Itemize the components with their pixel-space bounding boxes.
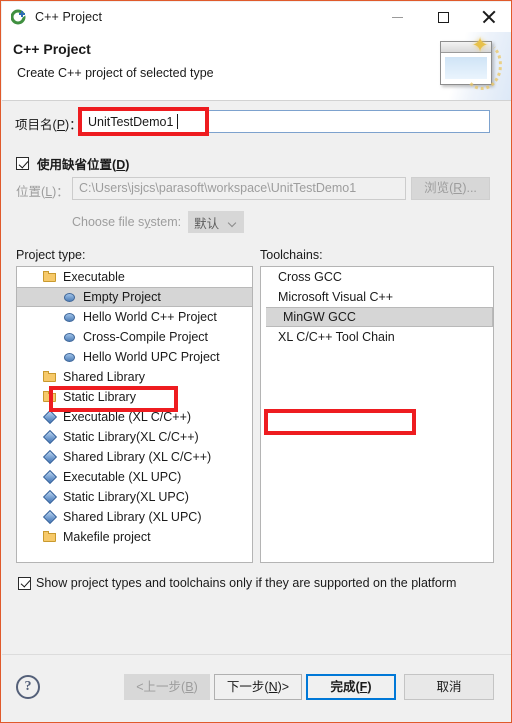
project-type-item-label: Static Library(XL UPC) [63, 490, 189, 504]
minimize-button[interactable] [374, 2, 420, 32]
folder-icon [42, 389, 58, 405]
diamond-icon [42, 409, 58, 425]
diamond-icon [42, 429, 58, 445]
project-type-item-label: Cross-Compile Project [83, 330, 209, 344]
toolchain-item[interactable]: Microsoft Visual C++ [261, 287, 493, 307]
show-supported-checkbox[interactable] [18, 576, 31, 590]
diamond-icon [42, 449, 58, 465]
dialog-body: 项目名(P)： 使用缺省位置(D) 位置(L)： C:\Users\jsjcs\… [2, 101, 511, 654]
close-button[interactable] [466, 2, 511, 32]
toolchains-list[interactable]: Cross GCC Microsoft Visual C++ MinGW GCC XL… [260, 266, 494, 563]
toolchains-label: Toolchains: [260, 248, 323, 262]
show-supported-row[interactable]: Show project types and toolchains only i… [18, 576, 456, 590]
project-type-item[interactable]: Static Library(XL C/C++) [17, 427, 252, 447]
diamond-icon [42, 509, 58, 525]
toolchain-item-label: Cross GCC [278, 270, 342, 284]
location-label: 位置(L)： [16, 185, 69, 199]
project-type-item[interactable]: Empty Project [17, 287, 252, 307]
project-type-item[interactable]: Shared Library [17, 367, 252, 387]
folder-icon [42, 529, 58, 545]
window-title: C++ Project [35, 10, 103, 24]
project-type-item-label: Hello World UPC Project [83, 350, 220, 364]
toolchain-item[interactable]: XL C/C++ Tool Chain [261, 327, 493, 347]
diamond-icon [42, 489, 58, 505]
choose-file-system-row: Choose file system: 默认 [72, 211, 245, 233]
location-input[interactable]: C:\Users\jsjcs\parasoft\workspace\UnitTe… [72, 177, 406, 200]
project-type-item[interactable]: Static Library [17, 387, 252, 407]
project-type-item-label: Shared Library [63, 370, 145, 384]
show-supported-label: Show project types and toolchains only i… [36, 576, 457, 590]
toolchain-item-label: XL C/C++ Tool Chain [278, 330, 395, 344]
project-type-item-label: Executable [63, 270, 125, 284]
ball-icon [62, 309, 78, 325]
toolchain-item-label: MinGW GCC [283, 310, 356, 324]
folder-icon [42, 369, 58, 385]
choose-file-system-label: Choose file system: [72, 215, 182, 229]
finish-button[interactable]: 完成(F) [306, 674, 396, 700]
project-name-input[interactable] [81, 110, 490, 133]
cpp-project-dialog: C++ Project C++ Project Create C++ proje… [0, 0, 512, 723]
page-title: C++ Project [13, 41, 91, 57]
dialog-footer: ? <上一步(B) 下一步(N)> 完成(F) 取消 [2, 654, 511, 722]
choose-file-system-select[interactable]: 默认 [188, 211, 245, 233]
wizard-header: C++ Project Create C++ project of select… [2, 32, 511, 101]
use-default-location-row[interactable]: 使用缺省位置(D) [16, 154, 129, 173]
project-type-item[interactable]: Executable (XL C/C++) [17, 407, 252, 427]
project-type-item-label: Static Library(XL C/C++) [63, 430, 199, 444]
minimize-icon [391, 16, 403, 18]
project-type-item[interactable]: Shared Library (XL UPC) [17, 507, 252, 527]
project-type-item-label: Hello World C++ Project [83, 310, 217, 324]
toolchain-item[interactable]: Cross GCC [261, 267, 493, 287]
ball-icon [62, 289, 78, 305]
project-type-item-label: Static Library [63, 390, 136, 404]
sparkle-icon: ✦ [471, 34, 489, 57]
project-type-item[interactable]: Makefile project [17, 527, 252, 547]
page-subtitle: Create C++ project of selected type [17, 66, 214, 80]
project-type-list[interactable]: Executable Empty Project Hello World C++ P… [16, 266, 253, 563]
window-controls [374, 2, 511, 32]
ball-icon [62, 329, 78, 345]
project-type-item[interactable]: Cross-Compile Project [17, 327, 252, 347]
project-type-item[interactable]: Executable (XL UPC) [17, 467, 252, 487]
title-bar: C++ Project [2, 2, 511, 32]
project-type-item-label: Makefile project [63, 530, 151, 544]
wizard-banner: ✦ [426, 32, 511, 100]
choose-file-system-value: 默认 [194, 216, 220, 231]
diamond-icon [42, 469, 58, 485]
project-type-item-label: Empty Project [83, 290, 161, 304]
project-type-item[interactable]: Executable [17, 267, 252, 287]
project-type-item[interactable]: Hello World UPC Project [17, 347, 252, 367]
close-icon [482, 10, 496, 24]
help-icon[interactable]: ? [16, 675, 40, 699]
maximize-button[interactable] [420, 2, 466, 32]
ball-icon [62, 349, 78, 365]
use-default-location-checkbox[interactable] [16, 157, 29, 170]
project-type-item[interactable]: Static Library(XL UPC) [17, 487, 252, 507]
toolchain-item[interactable]: MinGW GCC [266, 307, 493, 327]
use-default-location-label: 使用缺省位置(D) [37, 158, 130, 172]
project-type-item-label: Executable (XL C/C++) [63, 410, 192, 424]
project-type-label: Project type: [16, 248, 86, 262]
chevron-down-icon [229, 220, 236, 224]
project-name-label: 项目名(P)： [15, 118, 82, 132]
project-type-item[interactable]: Hello World C++ Project [17, 307, 252, 327]
maximize-icon [437, 11, 449, 23]
project-type-item-label: Executable (XL UPC) [63, 470, 182, 484]
folder-icon [42, 269, 58, 285]
toolchain-item-label: Microsoft Visual C++ [278, 290, 394, 304]
project-type-item-label: Shared Library (XL UPC) [63, 510, 202, 524]
cpp-project-icon [10, 9, 27, 25]
project-type-item-label: Shared Library (XL C/C++) [63, 450, 212, 464]
back-button[interactable]: <上一步(B) [124, 674, 210, 700]
project-type-item[interactable]: Shared Library (XL C/C++) [17, 447, 252, 467]
cancel-button[interactable]: 取消 [404, 674, 494, 700]
text-caret [177, 114, 178, 129]
browse-button[interactable]: 浏览(R)... [411, 177, 490, 200]
next-button[interactable]: 下一步(N)> [214, 674, 302, 700]
